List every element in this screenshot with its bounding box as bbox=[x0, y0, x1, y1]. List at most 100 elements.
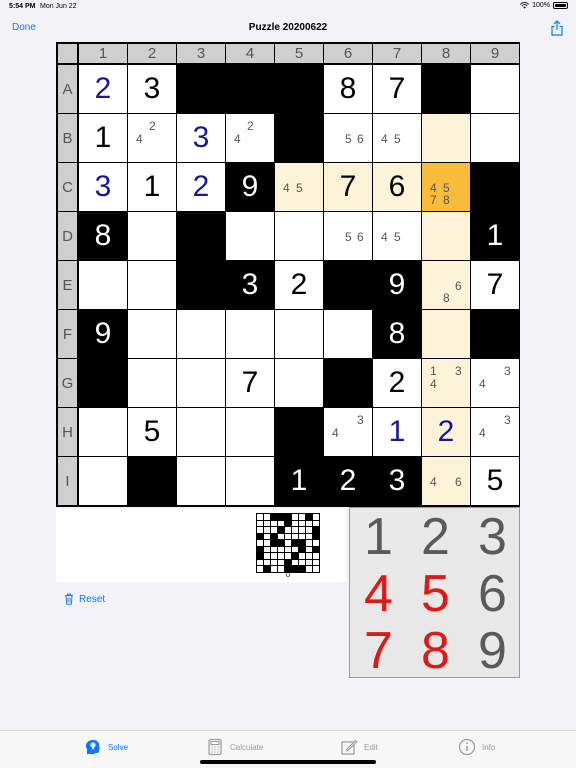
board-cell[interactable] bbox=[128, 359, 176, 407]
board-cell[interactable] bbox=[471, 163, 519, 211]
keypad-digit-4[interactable]: 4 bbox=[350, 565, 407, 623]
thumbnail-cell bbox=[278, 527, 284, 533]
board-cell[interactable]: 46 bbox=[422, 457, 470, 505]
board-cell[interactable]: 45 bbox=[373, 212, 421, 260]
keypad-digit-6[interactable]: 6 bbox=[464, 565, 521, 623]
board-cell[interactable]: 6 bbox=[373, 163, 421, 211]
keypad-digit-3[interactable]: 3 bbox=[464, 508, 521, 566]
board-cell[interactable]: 1 bbox=[373, 408, 421, 456]
tab-edit[interactable]: Edit bbox=[340, 737, 378, 757]
board-cell[interactable]: 8 bbox=[79, 212, 127, 260]
board-cell[interactable]: 3 bbox=[128, 65, 176, 113]
board-cell[interactable] bbox=[324, 261, 372, 309]
board-cell[interactable] bbox=[128, 212, 176, 260]
tab-calculate-label: Calculate bbox=[230, 742, 264, 752]
keypad-digit-1[interactable]: 1 bbox=[350, 508, 407, 566]
board-cell[interactable] bbox=[128, 457, 176, 505]
board-cell[interactable]: 86 bbox=[422, 261, 470, 309]
board-cell[interactable]: 2 bbox=[324, 457, 372, 505]
board-cell[interactable] bbox=[226, 457, 274, 505]
board-cell[interactable] bbox=[79, 457, 127, 505]
board-cell[interactable]: 1 bbox=[128, 163, 176, 211]
keypad-digit-9[interactable]: 9 bbox=[464, 622, 521, 680]
board-cell[interactable]: 8 bbox=[324, 65, 372, 113]
tab-info[interactable]: Info bbox=[458, 737, 495, 757]
board-cell[interactable]: 2 bbox=[373, 359, 421, 407]
board-cell[interactable] bbox=[275, 310, 323, 358]
reset-button[interactable]: Reset bbox=[64, 593, 105, 605]
board-cell[interactable] bbox=[226, 310, 274, 358]
board-cell[interactable]: 56 bbox=[324, 114, 372, 162]
board-cell[interactable] bbox=[324, 359, 372, 407]
board-cell[interactable] bbox=[177, 359, 225, 407]
board-cell[interactable] bbox=[275, 212, 323, 260]
board-cell[interactable]: 9 bbox=[373, 261, 421, 309]
tab-calculate[interactable]: Calculate bbox=[206, 737, 263, 757]
board-cell[interactable] bbox=[226, 65, 274, 113]
board-cell[interactable] bbox=[177, 65, 225, 113]
board-cell[interactable] bbox=[275, 359, 323, 407]
board-cell[interactable]: 2 bbox=[422, 408, 470, 456]
board-cell[interactable]: 3 bbox=[226, 261, 274, 309]
board-cell[interactable]: 3 bbox=[79, 163, 127, 211]
board-cell[interactable] bbox=[226, 212, 274, 260]
board-cell[interactable]: 5 bbox=[471, 457, 519, 505]
board-cell[interactable] bbox=[226, 408, 274, 456]
board-cell[interactable] bbox=[422, 212, 470, 260]
board-cell[interactable] bbox=[177, 310, 225, 358]
board-cell[interactable]: 1 3 4 bbox=[422, 359, 470, 407]
board-cell[interactable]: 1 bbox=[79, 114, 127, 162]
board-cell[interactable] bbox=[79, 408, 127, 456]
board-cell[interactable]: 45 bbox=[373, 114, 421, 162]
board-cell[interactable] bbox=[324, 310, 372, 358]
board-cell[interactable] bbox=[79, 359, 127, 407]
board-cell[interactable] bbox=[128, 310, 176, 358]
board-cell[interactable]: 7 bbox=[471, 261, 519, 309]
board-cell[interactable]: 3 bbox=[373, 457, 421, 505]
board-cell[interactable]: 1 bbox=[275, 457, 323, 505]
board-cell[interactable] bbox=[422, 114, 470, 162]
board-cell[interactable] bbox=[471, 114, 519, 162]
keypad-digit-7[interactable]: 7 bbox=[350, 622, 407, 680]
board-cell[interactable]: 4578 bbox=[422, 163, 470, 211]
board-cell[interactable]: 8 bbox=[373, 310, 421, 358]
keypad-digit-5[interactable]: 5 bbox=[407, 565, 464, 623]
board-cell[interactable] bbox=[422, 65, 470, 113]
board-cell[interactable]: 42 bbox=[128, 114, 176, 162]
board-cell[interactable]: 43 bbox=[471, 359, 519, 407]
board-cell[interactable] bbox=[422, 310, 470, 358]
board-cell[interactable]: 2 bbox=[275, 261, 323, 309]
board-cell[interactable] bbox=[177, 212, 225, 260]
board-cell[interactable] bbox=[79, 261, 127, 309]
board-cell[interactable] bbox=[275, 114, 323, 162]
board-cell[interactable] bbox=[275, 65, 323, 113]
tab-solve[interactable]: Solve bbox=[84, 737, 128, 757]
board-cell[interactable] bbox=[128, 261, 176, 309]
puzzle-thumbnail[interactable] bbox=[256, 513, 320, 573]
board-cell[interactable]: 43 bbox=[471, 408, 519, 456]
board-cell[interactable]: 2 bbox=[177, 163, 225, 211]
board-cell[interactable] bbox=[275, 408, 323, 456]
board-cell[interactable]: 9 bbox=[79, 310, 127, 358]
board-cell[interactable] bbox=[471, 310, 519, 358]
board-cell[interactable]: 9 bbox=[226, 163, 274, 211]
thumbnail-cell bbox=[264, 533, 270, 540]
board-cell[interactable]: 42 bbox=[226, 114, 274, 162]
keypad-digit-2[interactable]: 2 bbox=[407, 508, 464, 566]
board-cell[interactable]: 43 bbox=[324, 408, 372, 456]
board-cell[interactable]: 7 bbox=[226, 359, 274, 407]
board-cell[interactable]: 5 bbox=[128, 408, 176, 456]
board-cell[interactable]: 7 bbox=[373, 65, 421, 113]
keypad-digit-8[interactable]: 8 bbox=[407, 622, 464, 680]
board-cell[interactable]: 56 bbox=[324, 212, 372, 260]
board-cell[interactable]: 7 bbox=[324, 163, 372, 211]
share-icon[interactable] bbox=[550, 20, 564, 36]
board-cell[interactable] bbox=[177, 261, 225, 309]
board-cell[interactable]: 1 bbox=[471, 212, 519, 260]
board-cell[interactable]: 2 bbox=[79, 65, 127, 113]
board-cell[interactable]: 45 bbox=[275, 163, 323, 211]
board-cell[interactable] bbox=[471, 65, 519, 113]
board-cell[interactable] bbox=[177, 457, 225, 505]
board-cell[interactable] bbox=[177, 408, 225, 456]
board-cell[interactable]: 3 bbox=[177, 114, 225, 162]
